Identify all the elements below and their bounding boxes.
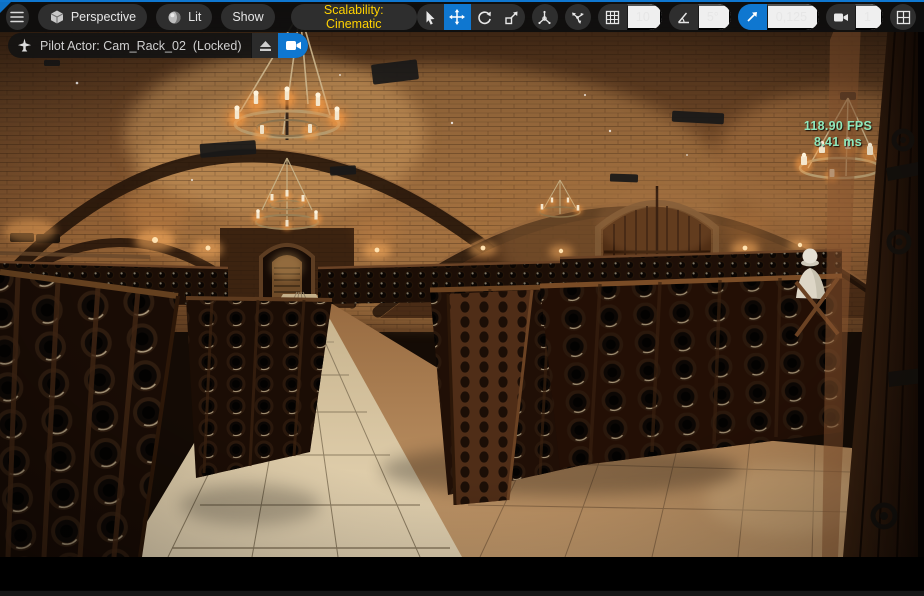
quad-pane-icon (896, 10, 910, 24)
scale-snap-toggle[interactable] (737, 4, 767, 30)
scale-tool-button[interactable] (498, 4, 525, 30)
rotate-arrows-icon (478, 10, 491, 24)
cursor-arrow-icon (426, 10, 435, 25)
rotation-snap-toggle[interactable] (669, 4, 698, 30)
viewport-corner-marker (0, 0, 13, 13)
grid-snap-control: 10 (597, 4, 662, 30)
lit-sphere-icon (168, 11, 181, 23)
fps-value: 118.90 FPS (803, 119, 873, 133)
camera-speed-control: 1 (826, 4, 883, 30)
diagonal-arrow-icon (747, 12, 758, 22)
grid-snap-value[interactable]: 10 (626, 4, 662, 30)
view-mode-label: Lit (188, 10, 202, 24)
camera-icon (833, 13, 848, 21)
pilot-actor-info: Pilot Actor: Cam_Rack_02 (Locked) (8, 33, 251, 58)
scale-snap-value[interactable]: 0,125 (766, 4, 820, 30)
move-tool-button[interactable] (443, 4, 471, 30)
rotation-snap-control: 5° (668, 4, 731, 30)
vignette (0, 0, 924, 557)
toolbar-right-group: 10 5° 0,125 1 (416, 4, 916, 30)
angle-icon (677, 12, 689, 23)
maximize-viewport-button[interactable] (890, 4, 916, 30)
snap-arrows-icon (572, 12, 585, 24)
camera-icon (285, 41, 301, 50)
frame-time-value: 8.41 ms (814, 134, 862, 149)
show-button[interactable]: Show (221, 4, 275, 30)
select-tool-button[interactable] (417, 4, 444, 30)
coordinate-space-button[interactable] (531, 4, 558, 30)
stop-piloting-button[interactable] (251, 33, 279, 58)
airplane-icon (17, 38, 32, 52)
view-mode-button[interactable]: Lit (156, 4, 213, 30)
eject-icon (259, 40, 271, 51)
viewport-focus-border (0, 0, 924, 2)
perspective-label: Perspective (70, 10, 137, 24)
level-viewport[interactable]: Perspective Lit Show Scalability: Cinema… (0, 0, 924, 557)
pilot-camera-view-button[interactable] (278, 33, 309, 58)
show-label: Show (232, 10, 264, 24)
scale-snap-control: 0,125 (737, 4, 820, 30)
wine-cellar-scene[interactable] (0, 0, 924, 557)
scalability-label: Scalability: Cinematic (323, 3, 384, 31)
rotate-tool-button[interactable] (471, 4, 498, 30)
axis-gizmo-icon (538, 10, 552, 24)
grid-icon (605, 10, 620, 24)
viewport-toolbar: Perspective Lit Show Scalability: Cinema… (0, 2, 924, 32)
camera-speed-toggle[interactable] (826, 4, 855, 30)
scale-box-arrow-icon (505, 11, 518, 24)
rotation-snap-value[interactable]: 5° (697, 4, 731, 30)
pilot-actor-bar: Pilot Actor: Cam_Rack_02 (Locked) (8, 33, 309, 58)
surface-snap-button[interactable] (564, 4, 591, 30)
window-bottom-strip (0, 590, 924, 596)
cube-icon (50, 10, 64, 24)
grid-snap-toggle[interactable] (598, 4, 627, 30)
perspective-button[interactable]: Perspective (37, 4, 148, 30)
fps-counter: 118.90 FPS 8.41 ms (786, 119, 890, 150)
camera-speed-value[interactable]: 1 (855, 4, 883, 30)
letterbox-bottom-bar (0, 557, 924, 590)
transform-tools (416, 4, 525, 30)
toolbar-left-group: Perspective Lit Show Scalability: Cinema… (6, 3, 417, 31)
unreal-editor-window: Perspective Lit Show Scalability: Cinema… (0, 0, 924, 596)
scalability-button[interactable]: Scalability: Cinematic (290, 3, 417, 31)
pilot-actor-label: Pilot Actor: Cam_Rack_02 (Locked) (40, 38, 242, 53)
move-cross-arrows-icon (449, 9, 466, 25)
